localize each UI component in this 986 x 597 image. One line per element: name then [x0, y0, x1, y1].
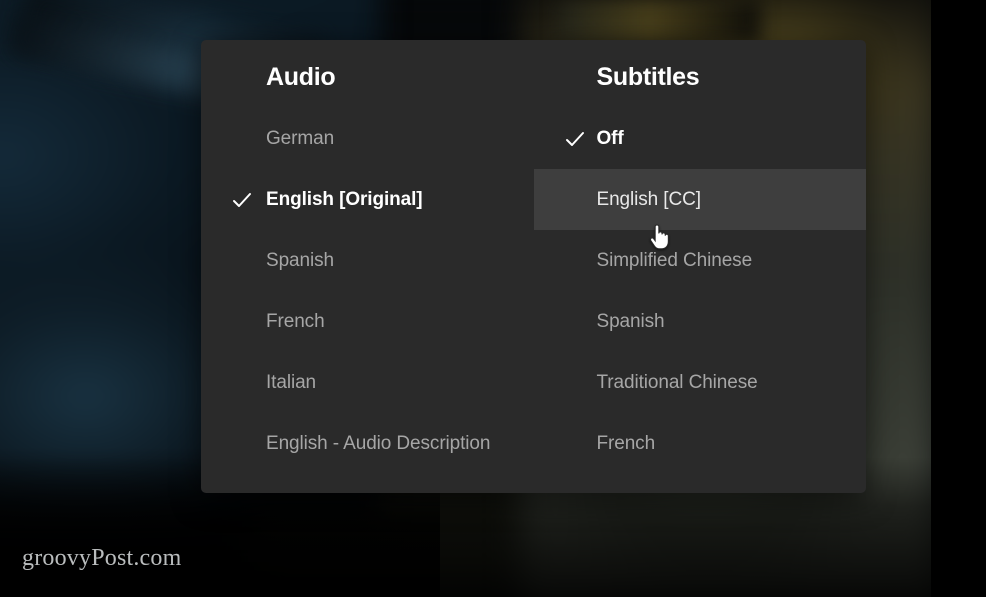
audio-option-label: Spanish: [266, 249, 334, 271]
background-top-band: [560, 0, 760, 44]
subtitles-option-french[interactable]: French: [534, 413, 867, 474]
audio-option-spanish[interactable]: Spanish: [201, 230, 534, 291]
subtitles-column: Subtitles Off English [CC] Simplified Ch…: [533, 40, 867, 493]
subtitles-option-label: Traditional Chinese: [596, 371, 758, 393]
subtitles-option-label: Off: [596, 127, 624, 149]
subtitles-option-off[interactable]: Off: [534, 108, 867, 169]
audio-option-label: English - Audio Description: [266, 432, 491, 454]
subtitles-options-list: Off English [CC] Simplified Chinese Span…: [533, 108, 867, 474]
subtitles-option-label: Simplified Chinese: [596, 249, 753, 271]
subtitles-option-label: French: [596, 432, 656, 454]
video-player-screen: groovyPost.com Audio German English [Ori…: [0, 0, 986, 597]
subtitles-option-traditional-chinese[interactable]: Traditional Chinese: [534, 352, 867, 413]
checkmark-icon: [564, 128, 586, 150]
audio-option-label: Italian: [266, 371, 317, 393]
subtitles-column-title: Subtitles: [596, 63, 700, 91]
audio-option-label: English [Original]: [266, 188, 423, 210]
panel-columns: Audio German English [Original] Spanish …: [201, 40, 866, 493]
audio-subtitles-panel: Audio German English [Original] Spanish …: [201, 40, 866, 493]
subtitles-option-spanish[interactable]: Spanish: [534, 291, 867, 352]
audio-option-label: French: [266, 310, 325, 332]
audio-option-english-audio-description[interactable]: English - Audio Description: [201, 413, 534, 474]
audio-option-italian[interactable]: Italian: [201, 352, 534, 413]
player-controls-bar: ?: [0, 507, 986, 597]
audio-option-german[interactable]: German: [201, 108, 534, 169]
subtitles-option-label: English [CC]: [596, 188, 702, 210]
subtitles-option-label: Spanish: [596, 310, 665, 332]
audio-option-english-original[interactable]: English [Original]: [201, 169, 534, 230]
audio-options-list: German English [Original] Spanish French…: [201, 108, 534, 474]
audio-option-french[interactable]: French: [201, 291, 534, 352]
audio-column: Audio German English [Original] Spanish …: [201, 40, 534, 493]
checkmark-icon: [231, 189, 253, 211]
subtitles-option-english-cc[interactable]: English [CC]: [533, 169, 866, 230]
audio-option-label: German: [266, 127, 335, 149]
audio-column-title: Audio: [266, 63, 336, 91]
subtitles-option-simplified-chinese[interactable]: Simplified Chinese: [534, 230, 867, 291]
